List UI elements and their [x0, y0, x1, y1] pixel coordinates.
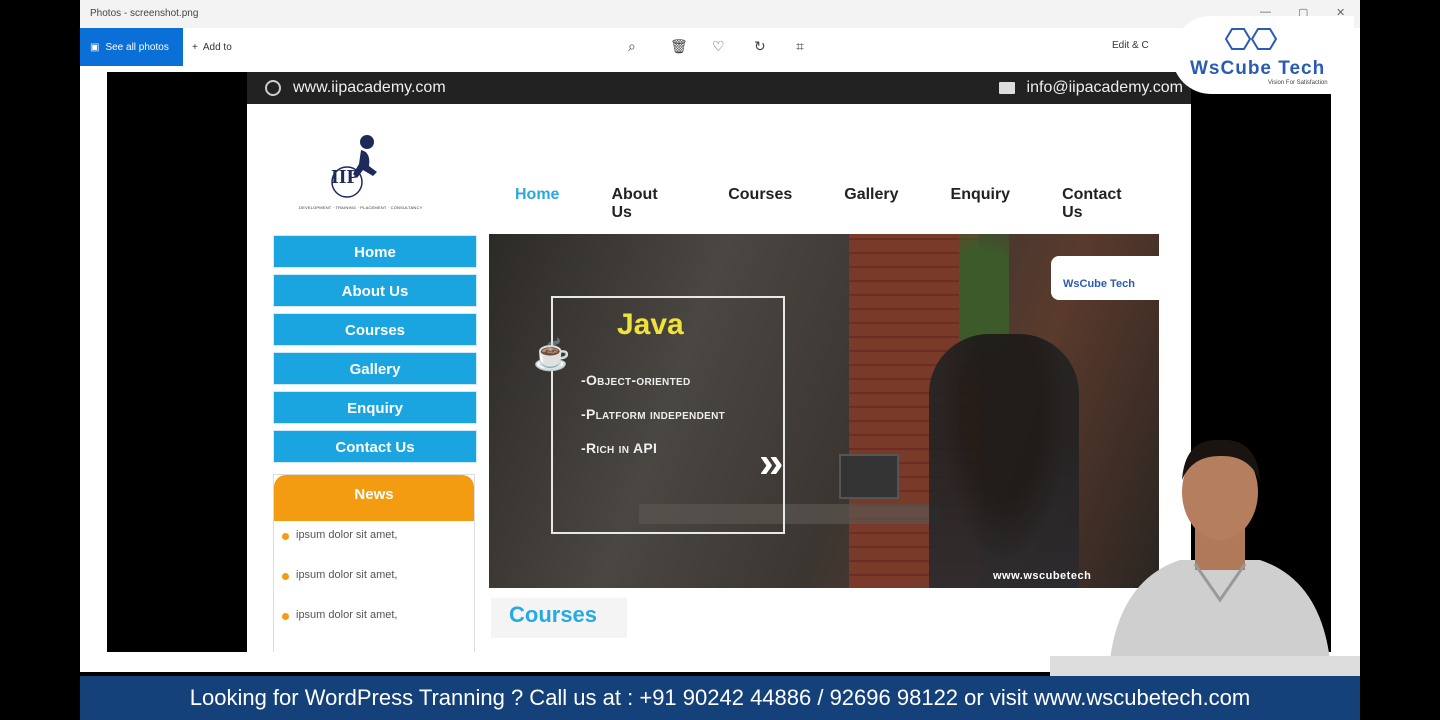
promo-ticker: Looking for WordPress Tranning ? Call us…: [80, 676, 1360, 720]
side-nav: Home About Us Courses Gallery Enquiry Co…: [273, 235, 477, 469]
caption-strip: [1050, 656, 1360, 676]
side-home-button[interactable]: Home: [273, 235, 477, 268]
courses-heading: Courses: [491, 598, 627, 638]
heart-icon[interactable]: ♡: [712, 38, 725, 55]
delete-icon[interactable]: 🗑: [670, 38, 688, 55]
news-panel: News ipsum dolor sit amet, ipsum dolor s…: [273, 474, 475, 652]
photos-icon: ▣: [90, 41, 100, 53]
globe-icon: [265, 80, 281, 96]
side-contact-us-button[interactable]: Contact Us: [273, 430, 477, 463]
news-item[interactable]: ipsum dolor sit amet,: [274, 561, 474, 601]
logo-subtitle: DEVELOPMENT · TRAINING · PLACEMENT · CON…: [299, 205, 423, 210]
person-silhouette: [929, 334, 1079, 588]
nav-home[interactable]: Home: [515, 186, 559, 222]
banner-point: -Object-oriented: [581, 372, 691, 388]
video-frame: Photos - screenshot.png — ▢ ✕ ▣ See all …: [0, 0, 1440, 720]
title-bar: Photos - screenshot.png — ▢ ✕: [80, 0, 1360, 28]
hero-banner: ☕ Java -Object-oriented -Platform indepe…: [489, 234, 1159, 588]
crop-icon[interactable]: ⌗: [796, 38, 804, 55]
banner-url: www.wscubetech: [993, 570, 1092, 582]
banner-logo-text: WsCube Tech: [1063, 278, 1135, 290]
nav-enquiry[interactable]: Enquiry: [951, 186, 1011, 222]
brand-watermark: WsCube Tech Vision For Satisfaction: [1172, 16, 1354, 94]
banner-logo: WsCube Tech: [1051, 256, 1159, 300]
banner-point: -Platform independent: [581, 406, 725, 422]
mail-icon: [999, 82, 1015, 94]
see-all-photos-button[interactable]: ▣ See all photos: [80, 28, 183, 66]
news-item[interactable]: ipsum dolor sit amet,: [274, 521, 474, 561]
banner-title: Java: [617, 308, 684, 341]
nav-courses[interactable]: Courses: [728, 186, 792, 222]
side-gallery-button[interactable]: Gallery: [273, 352, 477, 385]
side-enquiry-button[interactable]: Enquiry: [273, 391, 477, 424]
presenter-video: [1110, 439, 1330, 660]
see-all-label: See all photos: [105, 41, 169, 53]
website-screenshot: www.iipacademy.com info@iipacademy.com I…: [247, 72, 1191, 652]
banner-point: -Rich in API: [581, 440, 658, 456]
side-about-us-button[interactable]: About Us: [273, 274, 477, 307]
nav-contact-us[interactable]: Contact Us: [1062, 186, 1139, 222]
laptop: [839, 454, 899, 499]
next-slide-icon[interactable]: »: [759, 438, 783, 488]
site-header: IIP DEVELOPMENT · TRAINING · PLACEMENT ·…: [247, 104, 1191, 221]
nav-about-us[interactable]: About Us: [611, 186, 676, 222]
rotate-icon[interactable]: ↻: [754, 38, 766, 55]
news-item[interactable]: ipsum dolor sit amet,: [274, 601, 474, 641]
site-url: www.iipacademy.com: [293, 79, 446, 96]
java-cup-icon: ☕: [533, 339, 571, 372]
news-title: News: [274, 475, 474, 521]
nav-gallery[interactable]: Gallery: [844, 186, 898, 222]
brand-tagline: Vision For Satisfaction: [1268, 80, 1328, 86]
site-topbar: www.iipacademy.com info@iipacademy.com: [247, 72, 1191, 104]
add-to-label: Add to: [202, 41, 232, 53]
logo-text: IIP: [331, 166, 359, 188]
window-title: Photos - screenshot.png: [90, 8, 199, 19]
site-email: info@iipacademy.com: [1026, 79, 1183, 96]
plus-icon: +: [192, 41, 198, 53]
zoom-icon[interactable]: ⌕: [628, 38, 636, 55]
brand-hex-icon: [1224, 28, 1278, 50]
brand-name: WsCube Tech: [1190, 58, 1326, 79]
edit-create-button[interactable]: Edit & C: [1112, 40, 1149, 51]
main-nav: Home About Us Courses Gallery Enquiry Co…: [515, 186, 1191, 222]
photos-toolbar: ▣ See all photos + Add to ⌕ 🗑 ♡ ↻ ⌗ Edit…: [80, 28, 1360, 66]
add-to-button[interactable]: + Add to: [192, 28, 232, 66]
side-courses-button[interactable]: Courses: [273, 313, 477, 346]
